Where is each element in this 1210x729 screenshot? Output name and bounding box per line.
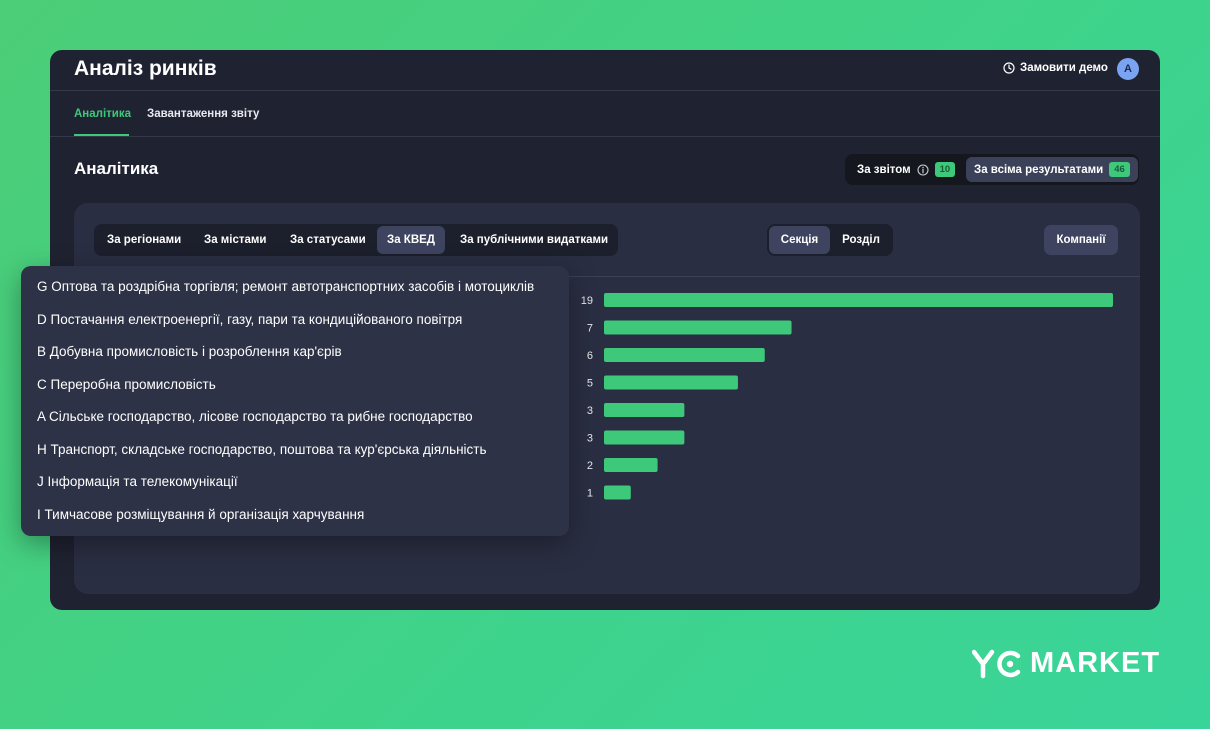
order-demo-link[interactable]: Замовити демо [1003,62,1108,74]
bar-J[interactable] [604,458,658,472]
scope-by-report-count: 10 [934,162,956,177]
brand-name: MARKET [1030,647,1161,679]
tab-bar: Аналітика Завантаження звіту [50,91,1160,137]
scope-by-report-label: За звітом [857,163,911,176]
app-title: Аналіз ринків [74,57,217,80]
order-demo-label: Замовити демо [1020,62,1108,74]
bar-I[interactable] [604,485,631,500]
bar-D[interactable] [604,320,792,335]
active-tab-indicator [74,134,129,136]
bar-value-label: 19 [581,295,593,307]
info-icon[interactable] [917,163,929,176]
dropdown-item-i[interactable]: I Тимчасове розміщування й організація х… [37,507,364,522]
bar-value-label: 7 [587,323,593,335]
scope-toggle: За звітом 10 За всіма результатами 46 [845,154,1139,185]
top-bar: Аналіз ринків Замовити демо A [50,50,1160,91]
scope-all-results-label: За всіма результатами [974,163,1104,176]
tab-report-download[interactable]: Завантаження звіту [147,108,259,120]
bar-A[interactable] [604,403,685,417]
bar-value-label: 2 [587,460,593,472]
bar-G[interactable] [604,293,1113,307]
dropdown-item-h[interactable]: H Транспорт, складське господарство, пош… [37,442,487,457]
scope-by-report[interactable]: За звітом 10 [849,157,963,182]
bar-value-label: 3 [587,433,593,445]
dropdown-item-a[interactable]: A Сільське господарство, лісове господар… [37,409,473,424]
dropdown-item-d[interactable]: D Постачання електроенергії, газу, пари … [37,312,462,327]
dropdown-item-j[interactable]: J Інформація та телекомунікації [37,474,238,489]
scope-all-results[interactable]: За всіма результатами 46 [966,157,1138,182]
kved-dropdown: G Оптова та роздрібна торгівля; ремонт а… [21,266,569,536]
dropdown-item-b[interactable]: B Добувна промисловість і розроблення ка… [37,344,342,359]
bar-value-label: 6 [587,350,593,362]
bar-H[interactable] [604,430,685,445]
tab-analytics[interactable]: Аналітика [74,108,131,120]
bar-value-label: 5 [587,378,593,390]
bar-value-label: 3 [587,405,593,417]
yc-logo-icon [972,649,1021,678]
brand-logo: MARKET [972,647,1160,680]
bar-value-label: 1 [587,488,593,500]
avatar[interactable]: A [1117,58,1139,80]
bar-B[interactable] [604,348,765,362]
scope-all-results-count: 46 [1109,162,1130,177]
dropdown-item-g[interactable]: G Оптова та роздрібна торгівля; ремонт а… [37,279,534,294]
bar-C[interactable] [604,375,738,390]
dropdown-item-c[interactable]: C Переробна промисловість [37,377,216,392]
section-title: Аналітика [74,159,159,178]
clock-icon [1003,62,1015,74]
